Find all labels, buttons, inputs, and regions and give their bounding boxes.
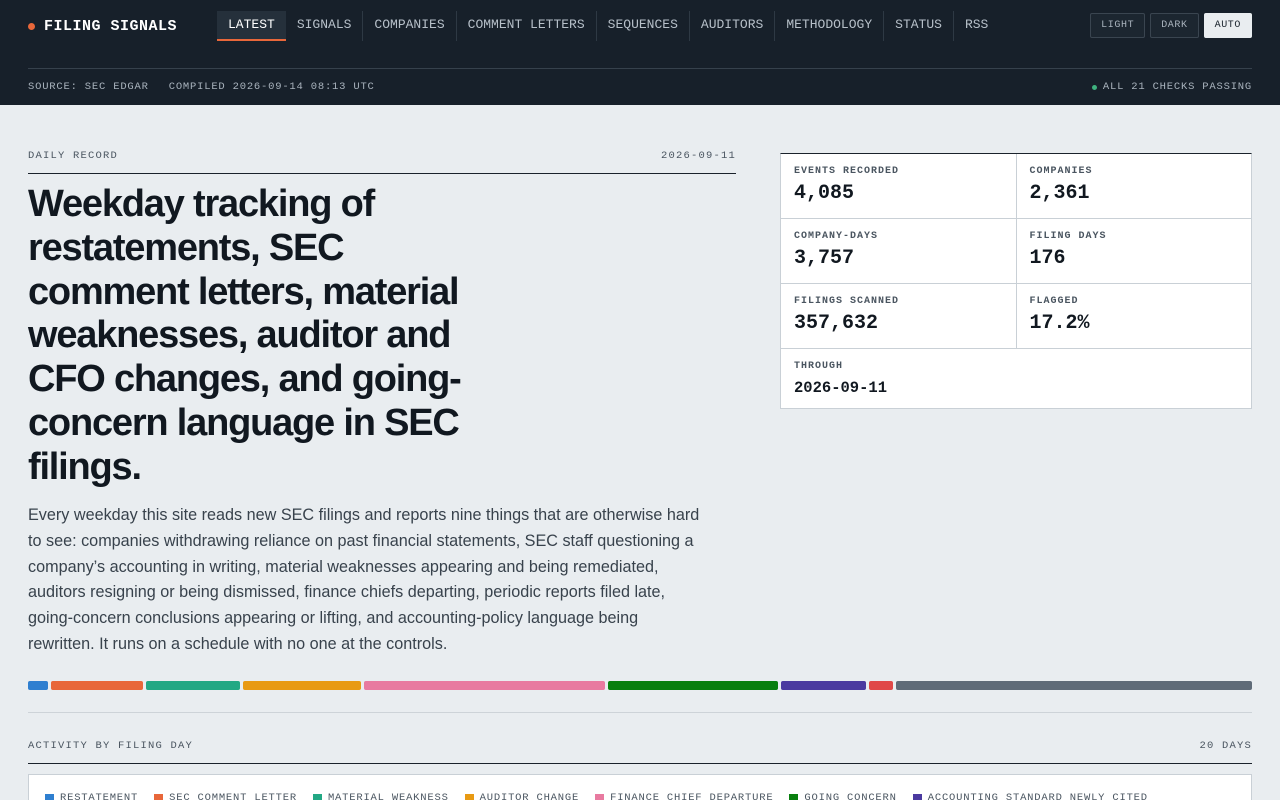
- theme-light-button[interactable]: LIGHT: [1090, 13, 1146, 38]
- stat-label: COMPANIES: [1029, 166, 1093, 177]
- strip-segment: [607, 681, 779, 690]
- legend-item[interactable]: MATERIAL WEAKNESS: [312, 792, 449, 800]
- brand-dot-icon: [28, 22, 35, 30]
- stat-companies: COMPANIES 2,361: [1015, 154, 1252, 218]
- stat-value: 357,632: [794, 312, 879, 335]
- nav-status[interactable]: STATUS: [884, 11, 954, 41]
- nav-sequences[interactable]: SEQUENCES: [597, 11, 690, 41]
- stat-value: 2,361: [1029, 182, 1090, 205]
- legend-swatch-icon: [464, 793, 474, 800]
- nav-signals[interactable]: SIGNALS: [286, 11, 364, 41]
- legend-swatch-icon: [595, 793, 605, 800]
- legend-label: MATERIAL WEAKNESS: [327, 792, 449, 800]
- legend-item[interactable]: GOING CONCERN: [789, 792, 896, 800]
- nav-comment-letters[interactable]: COMMENT LETTERS: [457, 11, 597, 41]
- stat-label: FILINGS SCANNED: [794, 296, 900, 307]
- legend-swatch-icon: [912, 793, 922, 800]
- legend-swatch-icon: [312, 793, 322, 800]
- theme-switcher: LIGHT DARK AUTO: [1090, 13, 1252, 38]
- stat-filing-days: FILING DAYS 176: [1015, 219, 1252, 283]
- checks-status-label: ALL 21 CHECKS PASSING: [1102, 81, 1252, 93]
- page-title: Weekday tracking of restatements, SEC co…: [28, 183, 462, 488]
- brand-name: FILING SIGNALS: [44, 17, 178, 35]
- theme-dark-button[interactable]: DARK: [1150, 13, 1199, 38]
- strip-segment: [781, 681, 867, 690]
- legend-label: SEC COMMENT LETTER: [169, 792, 297, 800]
- daily-record-date: 2026-09-11: [660, 150, 736, 162]
- section-divider: [28, 712, 1252, 713]
- activity-title: ACTIVITY BY FILING DAY: [28, 740, 194, 752]
- legend-item[interactable]: AUDITOR CHANGE: [464, 792, 580, 800]
- legend-label: RESTATEMENT: [60, 792, 139, 800]
- stat-flagged: FLAGGED 17.2%: [1015, 284, 1252, 348]
- strip-segment: [363, 681, 605, 690]
- stat-through: THROUGH 2026-09-11: [781, 349, 1251, 408]
- legend-label: AUDITOR CHANGE: [479, 792, 580, 800]
- stat-label: FILING DAYS: [1029, 231, 1107, 242]
- legend-item[interactable]: SEC COMMENT LETTER: [154, 792, 297, 800]
- strip-segment: [896, 681, 1252, 690]
- stat-value: 4,085: [794, 182, 855, 205]
- stat-company-days: COMPANY-DAYS 3,757: [781, 219, 1016, 283]
- strip-segment: [28, 681, 48, 690]
- stat-events-recorded: EVENTS RECORDED 4,085: [781, 154, 1016, 218]
- legend-item[interactable]: FINANCE CHIEF DEPARTURE: [595, 792, 773, 800]
- theme-auto-button[interactable]: AUTO: [1203, 13, 1252, 38]
- strip-segment: [50, 681, 143, 690]
- legend-label: ACCOUNTING STANDARD NEWLY CITED: [927, 792, 1148, 800]
- intro-paragraph: Every weekday this site reads new SEC fi…: [28, 506, 700, 653]
- signal-mix-strip: [28, 681, 1252, 690]
- legend-swatch-icon: [45, 793, 54, 800]
- status-bar: SOURCE: SEC EDGAR COMPILED 2026-09-14 08…: [28, 68, 1252, 105]
- nav-auditors[interactable]: AUDITORS: [690, 11, 776, 41]
- daily-record-header: DAILY RECORD 2026-09-11: [28, 150, 736, 174]
- strip-segment: [242, 681, 361, 690]
- source-text: SOURCE: SEC EDGAR: [28, 81, 149, 93]
- activity-range: 20 DAYS: [1199, 740, 1252, 752]
- nav-latest[interactable]: LATEST: [217, 11, 286, 41]
- legend-label: FINANCE CHIEF DEPARTURE: [610, 792, 774, 800]
- nav-companies[interactable]: COMPANIES: [363, 11, 457, 41]
- brand[interactable]: FILING SIGNALS: [28, 16, 177, 36]
- stat-value: 3,757: [794, 247, 855, 270]
- stat-label: FLAGGED: [1029, 296, 1079, 307]
- legend-swatch-icon: [789, 793, 799, 800]
- stats-panel: EVENTS RECORDED 4,085 COMPANIES 2,361 CO…: [780, 153, 1252, 409]
- activity-chart: RESTATEMENT SEC COMMENT LETTER MATERIAL WE…: [28, 774, 1252, 800]
- strip-segment: [869, 681, 894, 690]
- stat-label: EVENTS RECORDED: [794, 166, 900, 177]
- activity-legend: RESTATEMENT SEC COMMENT LETTER MATERIAL WE…: [45, 792, 1148, 800]
- stat-label: THROUGH: [794, 361, 844, 372]
- legend-swatch-icon: [154, 793, 164, 800]
- stat-value: 2026-09-11: [794, 379, 888, 397]
- legend-item[interactable]: RESTATEMENT: [45, 792, 138, 800]
- stat-value: 17.2%: [1029, 312, 1090, 335]
- status-ok-icon: [1091, 84, 1097, 90]
- stat-filings-scanned: FILINGS SCANNED 357,632: [781, 284, 1016, 348]
- compiled-timestamp: COMPILED 2026-09-14 08:13 UTC: [168, 81, 375, 93]
- stat-value: 176: [1029, 247, 1066, 270]
- checks-status[interactable]: ALL 21 CHECKS PASSING: [1091, 81, 1252, 93]
- strip-segment: [145, 681, 240, 690]
- nav-methodology[interactable]: METHODOLOGY: [775, 11, 885, 41]
- top-header: FILING SIGNALS LATEST SIGNALS COMPANIES …: [0, 0, 1280, 105]
- legend-item[interactable]: ACCOUNTING STANDARD NEWLY CITED: [912, 792, 1148, 800]
- legend-label: GOING CONCERN: [804, 792, 897, 800]
- stat-label: COMPANY-DAYS: [794, 231, 879, 242]
- daily-record-kicker: DAILY RECORD: [28, 150, 119, 162]
- activity-header: ACTIVITY BY FILING DAY 20 DAYS: [28, 740, 1252, 764]
- main-nav: LATEST SIGNALS COMPANIES COMMENT LETTERS…: [217, 11, 999, 41]
- nav-rss[interactable]: RSS: [954, 11, 999, 41]
